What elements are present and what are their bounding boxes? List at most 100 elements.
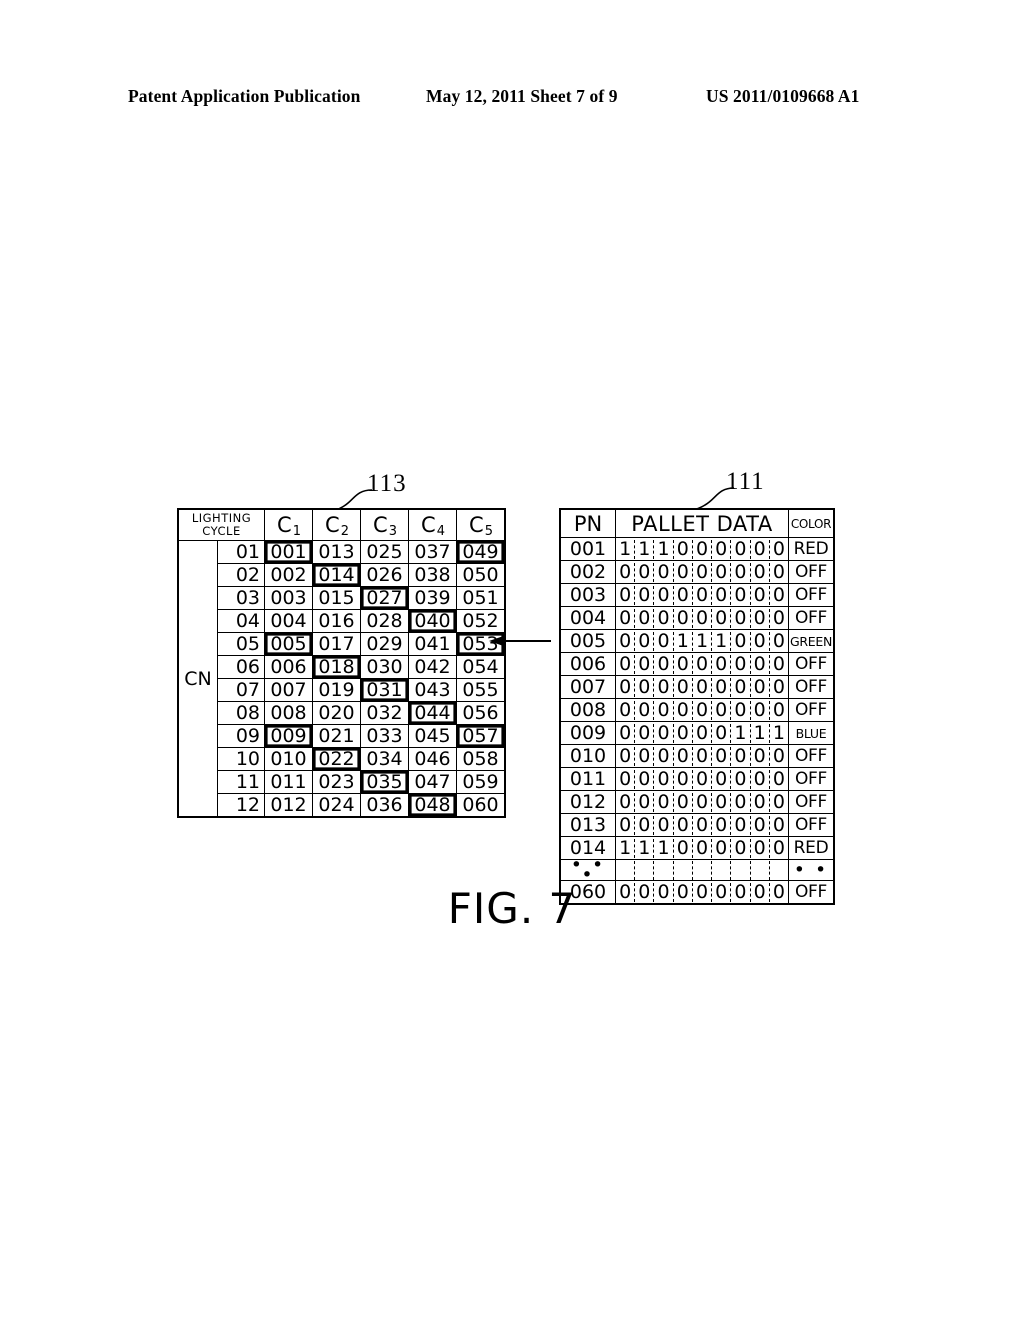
cell-value: 007 [264, 678, 313, 702]
cell-value-highlighted: 049 [456, 540, 506, 564]
column-header-c5: C5 [456, 508, 506, 541]
table-row: 003 0 0 0 0 0 0 0 0 0 OFF [559, 583, 835, 607]
lighting-cycle-value: 01 [217, 540, 265, 564]
pn-value: 002 [559, 560, 616, 584]
column-header-c4: C4 [408, 508, 457, 541]
pallet-data-bit: 0 [693, 562, 713, 582]
pallet-data-cells: 000000000 [615, 790, 789, 814]
cell-value: 047 [408, 770, 457, 794]
table-row: 08 008 020 032 044 056 [178, 701, 506, 725]
color-value: BLUE [788, 721, 835, 745]
pallet-data-bit: 0 [772, 698, 785, 721]
table-row: 010 0 0 0 0 0 0 0 0 0 OFF [559, 744, 835, 768]
pallet-data-bit: 0 [635, 585, 655, 605]
pallet-data-bit: 0 [693, 677, 713, 697]
table-row: 12 012 024 036 048 060 [178, 793, 506, 818]
cell-value: 016 [312, 609, 361, 633]
pallet-data-bit: 0 [712, 608, 732, 628]
pallet-data-cells: 000000000 [615, 652, 789, 676]
pn-value: 006 [559, 652, 616, 676]
pallet-data-bit: 0 [693, 700, 713, 720]
pallet-data-bit: 0 [712, 746, 732, 766]
pallet-data-bit: 0 [693, 838, 713, 858]
cell-value: 017 [312, 632, 361, 656]
pallet-data-bit: 0 [731, 792, 751, 812]
c4-sub: 4 [436, 524, 445, 539]
lighting-cycle-header: LIGHTING CYCLE [177, 508, 265, 541]
cell-value: 026 [360, 563, 409, 587]
pallet-data-bit: 1 [674, 631, 693, 651]
cell-value-highlighted: 009 [264, 724, 313, 748]
pallet-data-bit: 0 [751, 700, 770, 720]
publication-number: US 2011/0109668 A1 [706, 86, 860, 106]
lighting-cycle-value: 06 [217, 655, 265, 679]
pallet-data-bit: 0 [654, 654, 674, 674]
c4-base: C [421, 513, 436, 537]
pallet-data-bit: 0 [635, 562, 655, 582]
pallet-data-bit: 0 [772, 537, 785, 560]
pallet-data-bit: 0 [731, 631, 751, 651]
c1-sub: 1 [292, 524, 301, 539]
pallet-data-header: PALLET DATA [615, 508, 789, 538]
cell-value: 030 [360, 655, 409, 679]
cell-value: 037 [408, 540, 457, 564]
pallet-data-bit: 0 [616, 700, 636, 720]
cell-value: 032 [360, 701, 409, 725]
table-row: 006 0 0 0 0 0 0 0 0 0 OFF [559, 652, 835, 676]
lighting-cycle-value: 09 [217, 724, 265, 748]
pallet-data-bit: 1 [712, 631, 732, 651]
pallet-data-bit: 0 [731, 585, 751, 605]
table-row: 07 007 019 031 043 055 [178, 678, 506, 702]
cell-value: 002 [264, 563, 313, 587]
pallet-data-bit [693, 860, 713, 880]
cell-value: 004 [264, 609, 313, 633]
pallet-data-bit: 0 [635, 631, 655, 651]
pallet-data-bit: 0 [772, 560, 785, 583]
lighting-cycle-value: 05 [217, 632, 265, 656]
cell-value: 055 [456, 678, 506, 702]
cell-value-highlighted: 001 [264, 540, 313, 564]
pallet-data-bit: 0 [751, 539, 770, 559]
pallet-data-bit: 0 [731, 539, 751, 559]
pallet-data-bit: 0 [674, 562, 693, 582]
cell-value-highlighted: 022 [312, 747, 361, 771]
pallet-data-bit: 0 [751, 631, 770, 651]
cell-value: 020 [312, 701, 361, 725]
pallet-data-bit: 0 [712, 792, 732, 812]
pallet-data-bit: 1 [751, 723, 770, 743]
lighting-cycle-value: 03 [217, 586, 265, 610]
cell-value: 041 [408, 632, 457, 656]
c3-base: C [373, 513, 388, 537]
pallet-data-cells [615, 859, 789, 881]
color-value: OFF [788, 652, 835, 676]
cell-value: 060 [456, 793, 506, 818]
pallet-data-bit: 0 [772, 836, 785, 859]
color-value: OFF [788, 744, 835, 768]
pallet-data-bit: 0 [674, 792, 693, 812]
pallet-data-bit: 0 [731, 608, 751, 628]
pallet-data-bit: 0 [654, 585, 674, 605]
table-113-header-row: LIGHTING CYCLE C1 C2 C3 C4 C5 [177, 508, 506, 541]
pallet-data-bit: 0 [751, 585, 770, 605]
pallet-data-bit: 0 [772, 652, 785, 675]
c5-sub: 5 [484, 524, 493, 539]
cell-value-highlighted: 027 [360, 586, 409, 610]
cell-value: 043 [408, 678, 457, 702]
column-header-c2: C2 [312, 508, 361, 541]
pallet-data-bit: 0 [616, 654, 636, 674]
table-row: 005 0 0 0 1 1 1 0 0 0 GREEN [559, 629, 835, 653]
pallet-data-table-body: 001 1 1 1 0 0 0 0 0 0 RED 002 0 0 0 0 0 0 0 0 0 OFF 003 0 0 0 0 0 0 0… [559, 537, 835, 905]
pallet-data-bit: 0 [712, 838, 732, 858]
table-111-header-row: PN PALLET DATA COLOR [559, 508, 835, 538]
lighting-cycle-table-body: CN 01 001 013 025 037 049 02 002 014 026 038 050 03 00… [177, 540, 506, 818]
table-row: 011 0 0 0 0 0 0 0 0 0 OFF [559, 767, 835, 791]
pallet-data-bit [674, 860, 693, 880]
color-value: OFF [788, 675, 835, 699]
pallet-data-bit [731, 860, 751, 880]
pallet-data-bit: 1 [654, 838, 674, 858]
pallet-data-cells: 000000000 [615, 675, 789, 699]
pallet-data-bit: 0 [712, 769, 732, 789]
lighting-cycle-value: 08 [217, 701, 265, 725]
pallet-data-bit: 0 [772, 813, 785, 836]
cell-value-highlighted: 035 [360, 770, 409, 794]
